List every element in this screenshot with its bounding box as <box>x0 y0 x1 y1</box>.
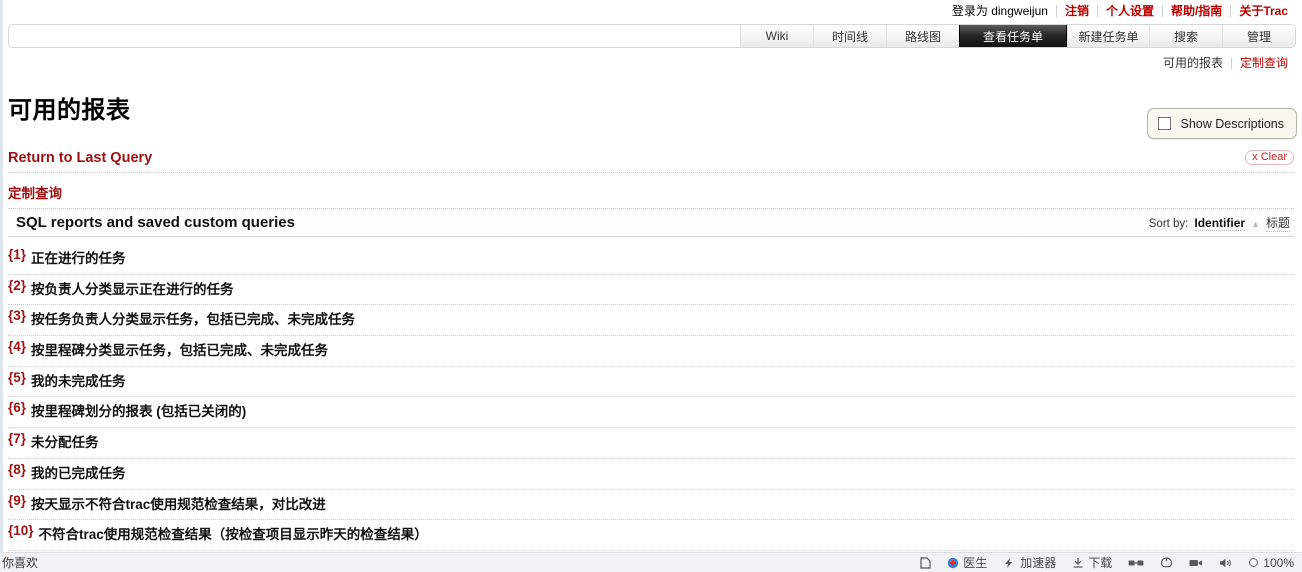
page-icon <box>920 556 931 569</box>
report-id: {5} <box>8 369 27 385</box>
statusbar-sound-button[interactable] <box>1219 557 1233 569</box>
show-descriptions-checkbox[interactable] <box>1158 117 1172 130</box>
metanav-about-trac[interactable]: 关于Trac <box>1231 4 1296 18</box>
tab-wiki[interactable]: Wiki <box>740 25 813 47</box>
tab-search[interactable]: 搜索 <box>1149 25 1222 47</box>
statusbar-mouse-gesture-button[interactable] <box>1160 556 1173 569</box>
metanav-preferences[interactable]: 个人设置 <box>1098 4 1162 18</box>
list-item[interactable]: {1} 正在进行的任务 <box>8 244 1294 275</box>
report-title[interactable]: 我的未完成任务 <box>31 370 126 390</box>
report-title[interactable]: 正在进行的任务 <box>31 247 126 267</box>
zoom-level-label: 100% <box>1263 555 1294 570</box>
sort-by-title[interactable]: 标题 <box>1265 214 1290 232</box>
tab-roadmap[interactable]: 路线图 <box>886 25 959 47</box>
report-title[interactable]: 按负责人分类显示正在进行的任务 <box>31 278 234 298</box>
report-title[interactable]: 我的已完成任务 <box>31 462 126 482</box>
show-descriptions-label: Show Descriptions <box>1180 116 1284 131</box>
browser-page: 登录为 dingweijun 注销 个人设置 帮助/指南 关于Trac Wiki… <box>0 0 1302 572</box>
mouse-gesture-icon <box>1160 556 1173 569</box>
report-title[interactable]: 按里程碑分类显示任务，包括已完成、未完成任务 <box>31 339 328 359</box>
page-title: 可用的报表 <box>8 97 131 125</box>
browser-status-bar: 你喜欢 医生 加速器 下载 100% <box>0 552 1302 572</box>
report-list: {1} 正在进行的任务 {2} 按负责人分类显示正在进行的任务 {3} 按任务负… <box>8 244 1294 551</box>
statusbar-reading-mode-button[interactable] <box>1128 558 1144 568</box>
list-item[interactable]: {6} 按里程碑划分的报表 (包括已关闭的) <box>8 397 1294 429</box>
return-to-last-query-link[interactable]: Return to Last Query <box>8 150 152 166</box>
report-title[interactable]: 未分配任务 <box>31 431 99 451</box>
context-navigation: 可用的报表 定制查询 <box>1155 54 1294 71</box>
metanav-help[interactable]: 帮助/指南 <box>1163 4 1230 18</box>
ctxnav-custom-query[interactable]: 定制查询 <box>1232 54 1294 71</box>
report-title[interactable]: 按任务负责人分类显示任务，包括已完成、未完成任务 <box>31 308 355 328</box>
statusbar-download-label: 下载 <box>1088 556 1113 570</box>
metanav-logout[interactable]: 注销 <box>1057 4 1097 18</box>
custom-query-row: 定制查询 <box>8 182 1294 209</box>
list-item[interactable]: {7} 未分配任务 <box>8 428 1294 459</box>
custom-query-link[interactable]: 定制查询 <box>8 186 62 201</box>
video-icon <box>1189 558 1203 568</box>
report-id: {3} <box>8 308 27 324</box>
report-id: {2} <box>8 277 27 293</box>
main-navigation: Wiki 时间线 路线图 查看任务单 新建任务单 搜索 管理 <box>8 24 1296 48</box>
list-item[interactable]: {10} 不符合trac使用规范检查结果（按检查项目显示昨天的检查结果） <box>8 520 1294 551</box>
statusbar-page-button[interactable] <box>920 556 931 569</box>
report-title[interactable]: 按天显示不符合trac使用规范检查结果，对比改进 <box>31 493 326 513</box>
glasses-icon <box>1128 558 1144 568</box>
status-bar-message: 你喜欢 <box>2 556 39 570</box>
doctor-icon <box>947 557 959 569</box>
status-bar-tools: 医生 加速器 下载 100% <box>920 554 1302 571</box>
statusbar-doctor-label: 医生 <box>963 556 988 570</box>
ctxnav-current: 可用的报表 <box>1162 56 1223 70</box>
sort-by-label: Sort by: <box>1148 217 1189 230</box>
reports-section-header: SQL reports and saved custom queries Sor… <box>8 209 1294 237</box>
report-id: {1} <box>8 247 27 262</box>
report-id: {10} <box>8 523 34 539</box>
download-icon <box>1072 557 1084 569</box>
list-item[interactable]: {3} 按任务负责人分类显示任务，包括已完成、未完成任务 <box>8 305 1294 337</box>
report-title[interactable]: 按里程碑划分的报表 (包括已关闭的) <box>31 400 246 420</box>
tab-view-tickets[interactable]: 查看任务单 <box>959 25 1067 47</box>
report-id: {8} <box>8 461 27 477</box>
statusbar-video-button[interactable] <box>1189 558 1203 568</box>
list-item[interactable]: {9} 按天显示不符合trac使用规范检查结果，对比改进 <box>8 490 1294 521</box>
report-id: {4} <box>8 339 27 355</box>
report-id: {7} <box>8 431 27 447</box>
accelerator-icon <box>1003 557 1016 569</box>
list-item[interactable]: {8} 我的已完成任务 <box>8 459 1294 490</box>
metanav: 登录为 dingweijun 注销 个人设置 帮助/指南 关于Trac <box>944 4 1296 18</box>
tab-timeline[interactable]: 时间线 <box>813 25 886 47</box>
sort-by-control: Sort by: Identifier ▲ 标题 <box>1149 214 1294 232</box>
logged-in-prefix: 登录为 <box>951 4 988 18</box>
logged-in-user: 登录为 dingweijun <box>944 4 1056 18</box>
page-left-edge <box>0 0 3 552</box>
clear-button[interactable]: x Clear <box>1245 150 1294 165</box>
tab-admin[interactable]: 管理 <box>1222 25 1295 47</box>
show-descriptions-button[interactable]: Show Descriptions <box>1147 108 1297 139</box>
list-item[interactable]: {5} 我的未完成任务 <box>8 367 1294 398</box>
return-to-last-query-row: Return to Last Query <box>8 149 1294 173</box>
tab-new-ticket[interactable]: 新建任务单 <box>1067 25 1149 47</box>
sort-ascending-icon: ▲ <box>1251 218 1260 229</box>
statusbar-accelerator-label: 加速器 <box>1020 556 1057 570</box>
speaker-icon <box>1219 557 1233 569</box>
statusbar-doctor-button[interactable]: 医生 <box>947 554 987 571</box>
statusbar-accelerator-button[interactable]: 加速器 <box>1003 554 1056 571</box>
reports-section-title: SQL reports and saved custom queries <box>16 214 295 231</box>
zoom-control[interactable]: 100% <box>1249 556 1294 570</box>
list-item[interactable]: {4} 按里程碑分类显示任务，包括已完成、未完成任务 <box>8 336 1294 367</box>
report-id: {6} <box>8 400 27 416</box>
list-item[interactable]: {2} 按负责人分类显示正在进行的任务 <box>8 275 1294 306</box>
sort-by-identifier[interactable]: Identifier <box>1194 216 1246 231</box>
report-id: {9} <box>8 492 27 508</box>
username: dingweijun <box>991 4 1048 18</box>
statusbar-download-button[interactable]: 下载 <box>1072 554 1112 571</box>
zoom-slider-handle[interactable] <box>1249 558 1259 567</box>
report-title[interactable]: 不符合trac使用规范检查结果（按检查项目显示昨天的检查结果） <box>39 523 428 543</box>
